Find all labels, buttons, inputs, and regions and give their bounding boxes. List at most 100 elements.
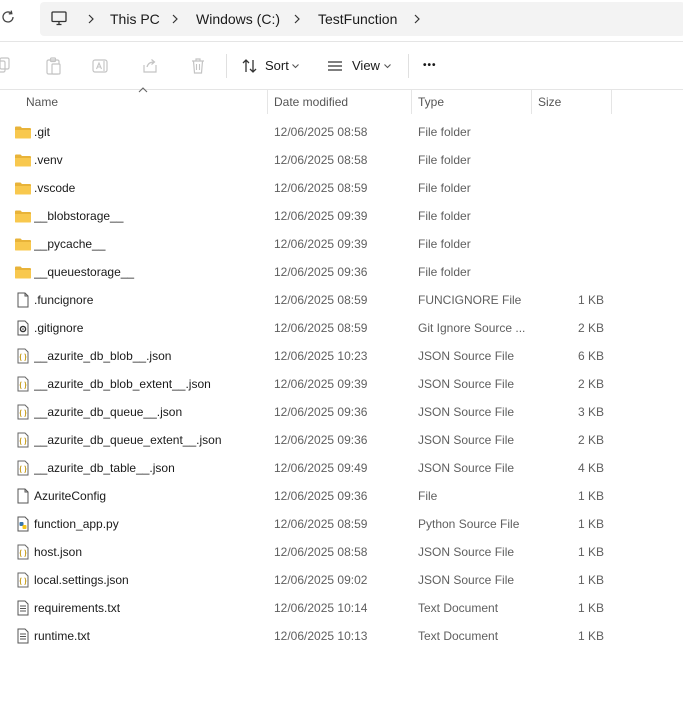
file-row[interactable]: __azurite_db_queue__.json 12/06/2025 09:3… [0, 398, 683, 426]
refresh-icon[interactable] [0, 8, 17, 26]
json-file-icon [14, 572, 32, 588]
chevron-right-icon[interactable] [410, 11, 424, 27]
file-row[interactable]: AzuriteConfig 12/06/2025 09:36 File 1 KB [0, 482, 683, 510]
file-name: __blobstorage__ [34, 209, 124, 223]
file-size [538, 146, 604, 174]
file-size [538, 202, 604, 230]
view-button[interactable]: View [326, 54, 394, 78]
file-date-modified: 12/06/2025 09:02 [274, 573, 368, 587]
file-size: 3 KB [577, 405, 604, 419]
file-type: File folder [418, 153, 471, 167]
file-size: 2 KB [577, 321, 604, 335]
file-row[interactable]: .funcignore 12/06/2025 08:59 FUNCIGNORE Fi… [0, 286, 683, 314]
file-date-modified: 12/06/2025 08:59 [274, 293, 368, 307]
file-row[interactable]: runtime.txt 12/06/2025 10:13 Text Document… [0, 622, 683, 650]
sort-button[interactable]: Sort [240, 54, 304, 78]
file-size: 1 KB [577, 601, 604, 615]
file-name: runtime.txt [34, 629, 91, 643]
copy-icon[interactable] [0, 56, 14, 76]
sort-ascending-icon [138, 87, 148, 93]
column-name[interactable]: Name [26, 90, 58, 114]
file-row[interactable]: requirements.txt 12/06/2025 10:14 Text Doc… [0, 594, 683, 622]
file-name: __azurite_db_blob_extent__.json [34, 377, 211, 391]
file-date-modified: 12/06/2025 10:23 [274, 349, 368, 363]
file-name: __queuestorage__ [34, 265, 135, 279]
share-icon[interactable] [140, 56, 160, 76]
sort-label: Sort [265, 58, 289, 73]
file-row[interactable]: .venv 12/06/2025 08:58 File folder [0, 146, 683, 174]
json-file-icon [14, 376, 32, 392]
file-row[interactable]: host.json 12/06/2025 08:58 JSON Source Fil… [0, 538, 683, 566]
file-date-modified: 12/06/2025 09:39 [274, 237, 368, 251]
json-file-icon [14, 460, 32, 476]
file-type: JSON Source File [418, 545, 515, 559]
rename-icon[interactable] [91, 56, 111, 76]
file-row[interactable]: .vscode 12/06/2025 08:59 File folder [0, 174, 683, 202]
file-size [538, 174, 604, 202]
chevron-right-icon[interactable] [84, 11, 98, 27]
file-row[interactable]: local.settings.json 12/06/2025 09:02 JSON … [0, 566, 683, 594]
file-size [538, 230, 604, 258]
file-date-modified: 12/06/2025 10:13 [274, 629, 368, 643]
file-name: .venv [34, 153, 63, 167]
column-divider[interactable] [267, 90, 268, 114]
json-file-icon [14, 432, 32, 448]
address-bar-row: This PC Windows (C:) TestFunction [0, 0, 683, 40]
chevron-down-icon [384, 64, 391, 69]
breadcrumb-testfunction[interactable]: TestFunction [318, 2, 397, 36]
file-row[interactable]: __blobstorage__ 12/06/2025 09:39 File fold… [0, 202, 683, 230]
file-row[interactable]: __pycache__ 12/06/2025 09:39 File folder [0, 230, 683, 258]
paste-icon[interactable] [44, 56, 64, 76]
file-date-modified: 12/06/2025 09:36 [274, 265, 368, 279]
json-file-icon [14, 404, 32, 420]
more-options-button[interactable]: ••• [422, 54, 444, 78]
column-divider[interactable] [411, 90, 412, 114]
sort-icon [242, 59, 257, 73]
file-row[interactable]: __queuestorage__ 12/06/2025 09:36 File fol… [0, 258, 683, 286]
file-row[interactable]: .gitignore 12/06/2025 08:59 Git Ignore Sou… [0, 314, 683, 342]
file-type: Git Ignore Source ... [418, 321, 526, 335]
file-type: Text Document [418, 601, 499, 615]
file-type: JSON Source File [418, 349, 515, 363]
file-date-modified: 12/06/2025 09:36 [274, 433, 368, 447]
breadcrumb-windows-c[interactable]: Windows (C:) [196, 2, 280, 36]
file-date-modified: 12/06/2025 09:39 [274, 209, 368, 223]
blank-file-icon [14, 292, 32, 308]
file-size: 1 KB [577, 517, 604, 531]
breadcrumb-this-pc[interactable]: This PC [110, 2, 160, 36]
column-date-modified[interactable]: Date modified [274, 90, 348, 114]
file-size [538, 258, 604, 286]
column-divider[interactable] [531, 90, 532, 114]
file-row[interactable]: __azurite_db_table__.json 12/06/2025 09:4… [0, 454, 683, 482]
file-size: 1 KB [577, 629, 604, 643]
file-row[interactable]: __azurite_db_blob_extent__.json 12/06/202… [0, 370, 683, 398]
folder-icon [14, 236, 32, 252]
delete-icon[interactable] [188, 56, 208, 76]
json-file-icon [14, 544, 32, 560]
file-name: .funcignore [34, 293, 94, 307]
file-row[interactable]: function_app.py 12/06/2025 08:59 Python So… [0, 510, 683, 538]
file-size [538, 118, 604, 146]
file-size: 1 KB [577, 545, 604, 559]
file-name: .vscode [34, 181, 76, 195]
file-type: JSON Source File [418, 461, 515, 475]
column-size[interactable]: Size [538, 90, 561, 114]
file-date-modified: 12/06/2025 08:59 [274, 517, 368, 531]
chevron-right-icon[interactable] [168, 11, 182, 27]
column-divider[interactable] [611, 90, 612, 114]
chevron-right-icon[interactable] [290, 11, 304, 27]
file-size: 1 KB [577, 573, 604, 587]
file-type: JSON Source File [418, 377, 515, 391]
file-row[interactable]: __azurite_db_blob__.json 12/06/2025 10:23… [0, 342, 683, 370]
file-type: File folder [418, 265, 471, 279]
file-name: requirements.txt [34, 601, 121, 615]
file-row[interactable]: .git 12/06/2025 08:58 File folder [0, 118, 683, 146]
file-name: __azurite_db_blob__.json [34, 349, 172, 363]
folder-icon [14, 152, 32, 168]
column-type[interactable]: Type [418, 90, 444, 114]
address-bar[interactable]: This PC Windows (C:) TestFunction [40, 2, 683, 36]
file-date-modified: 12/06/2025 09:39 [274, 377, 368, 391]
this-pc-icon[interactable] [50, 9, 68, 27]
file-row[interactable]: __azurite_db_queue_extent__.json 12/06/20… [0, 426, 683, 454]
chevron-down-icon [292, 64, 299, 69]
